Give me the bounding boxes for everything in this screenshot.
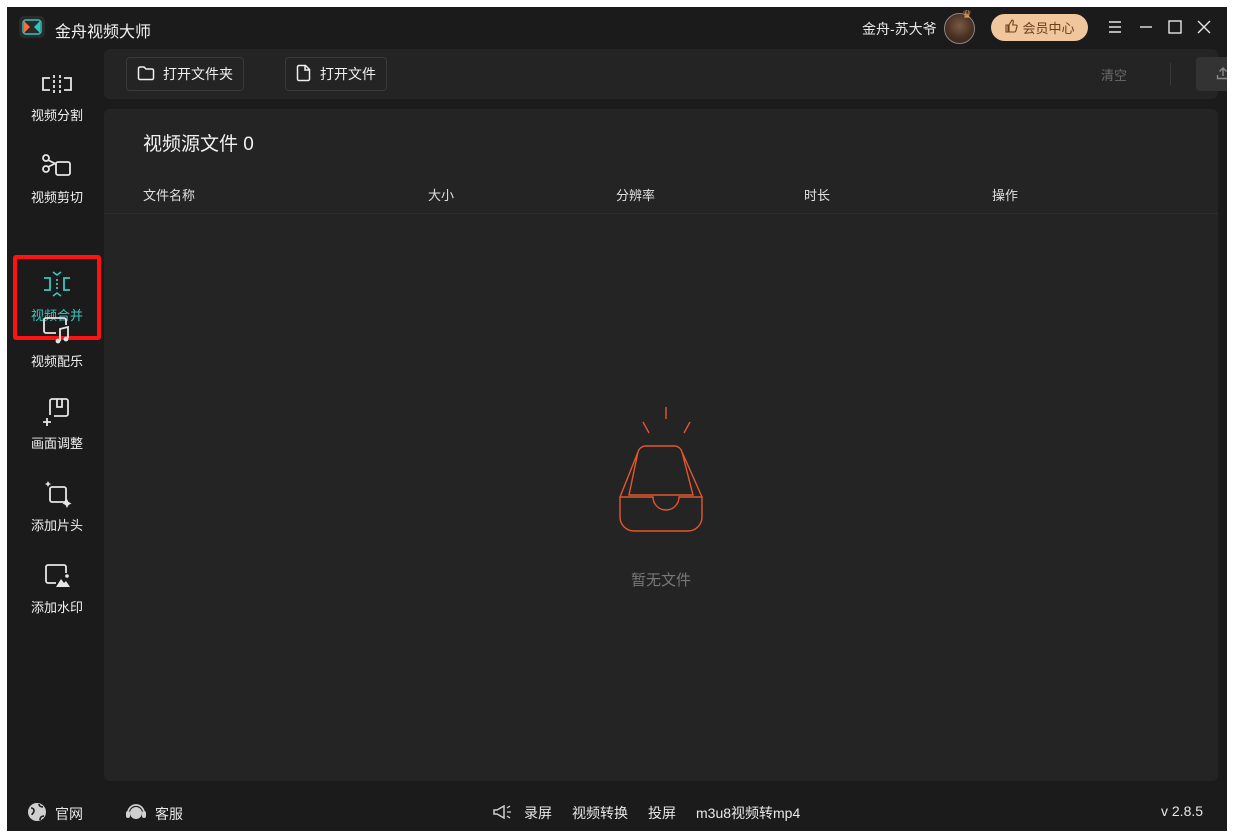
sidebar-item-label: 视频配乐 (30, 354, 83, 369)
sidebar-item-video-music[interactable]: 视频配乐 (13, 305, 101, 385)
open-folder-label: 打开文件夹 (163, 66, 233, 82)
video-convert-link[interactable]: 视频转换 (572, 803, 628, 823)
crop-adjust-icon (40, 397, 74, 427)
upload-icon (1216, 66, 1227, 83)
sidebar-item-video-split[interactable]: 视频分割 (13, 59, 101, 139)
file-list-panel: 视频源文件 0 文件名称 大小 分辨率 时长 操作 暂无文件 (104, 109, 1218, 781)
watermark-image-icon (40, 561, 74, 591)
vip-center-button[interactable]: 会员中心 (991, 14, 1088, 41)
thumbs-up-icon (1004, 19, 1019, 36)
toolbar: 打开文件夹 打开文件 清空 导出 (104, 49, 1227, 99)
empty-state-text: 暂无文件 (630, 572, 691, 589)
app-logo-icon (19, 16, 45, 38)
app-title: 金舟视频大师 (55, 24, 152, 41)
crown-icon: ♛ (962, 9, 972, 21)
file-icon (296, 64, 312, 85)
website-label: 官网 (55, 805, 83, 822)
open-file-label: 打开文件 (320, 66, 376, 82)
sidebar-item-video-cut[interactable]: 视频剪切 (13, 141, 101, 221)
sidebar-item-label: 视频剪切 (30, 190, 83, 205)
title-bar: 金舟视频大师 金舟-苏大爷 ♛ 会员中心 (7, 7, 1227, 49)
customer-service-link[interactable]: 客服 (125, 802, 183, 825)
intro-sparkle-icon (40, 479, 74, 509)
minimize-icon[interactable] (1135, 16, 1157, 38)
megaphone-icon (492, 803, 514, 826)
column-header-actions: 操作 (992, 188, 1019, 203)
section-title: 视频源文件 0 (143, 134, 254, 155)
app-window: 金舟视频大师 金舟-苏大爷 ♛ 会员中心 视频分割 视频剪切 视频合并 视频配乐… (7, 7, 1227, 831)
toolbar-divider (1170, 63, 1171, 85)
close-icon[interactable] (1193, 16, 1215, 38)
clear-button[interactable]: 清空 (1101, 65, 1127, 84)
vip-center-label: 会员中心 (1022, 21, 1075, 36)
sidebar-item-label: 视频分割 (30, 108, 83, 123)
sidebar-item-label: 画面调整 (30, 436, 83, 451)
website-link[interactable]: 官网 (27, 802, 83, 825)
music-icon (40, 315, 74, 345)
sidebar-item-picture-adjust[interactable]: 画面调整 (13, 387, 101, 467)
m3u8-to-mp4-link[interactable]: m3u8视频转mp4 (696, 803, 800, 823)
support-label: 客服 (155, 805, 183, 822)
column-header-size: 大小 (428, 188, 455, 203)
screen-cast-link[interactable]: 投屏 (648, 803, 676, 823)
open-file-button[interactable]: 打开文件 (285, 57, 387, 91)
merge-icon (40, 269, 74, 299)
headset-icon (125, 802, 147, 825)
scissors-icon (40, 151, 74, 181)
column-header-resolution: 分辨率 (616, 188, 656, 203)
globe-icon (27, 802, 47, 825)
username[interactable]: 金舟-苏大爷 (862, 19, 937, 39)
menu-icon[interactable] (1104, 16, 1126, 38)
export-button[interactable]: 导出 (1196, 57, 1227, 91)
sidebar-item-add-watermark[interactable]: 添加水印 (13, 551, 101, 631)
empty-inbox-icon (610, 407, 710, 537)
screen-record-link[interactable]: 录屏 (524, 803, 552, 823)
sidebar-item-label: 添加水印 (30, 600, 83, 615)
column-header-filename: 文件名称 (143, 188, 196, 203)
sidebar-item-add-intro[interactable]: 添加片头 (13, 469, 101, 549)
folder-icon (137, 65, 155, 84)
column-header-duration: 时长 (804, 188, 831, 203)
maximize-icon[interactable] (1164, 16, 1186, 38)
sidebar-item-label: 添加片头 (30, 518, 83, 533)
header-divider (104, 213, 1218, 214)
sidebar: 视频分割 视频剪切 视频合并 视频配乐 画面调整 添加片头 添加水印 (7, 49, 103, 789)
status-bar: 官网 客服 录屏 视频转换 投屏 m3u8视频转mp4 v 2.8.5 (7, 793, 1227, 831)
split-icon (40, 69, 74, 99)
version-label: v 2.8.5 (1161, 803, 1204, 819)
open-folder-button[interactable]: 打开文件夹 (126, 57, 244, 91)
